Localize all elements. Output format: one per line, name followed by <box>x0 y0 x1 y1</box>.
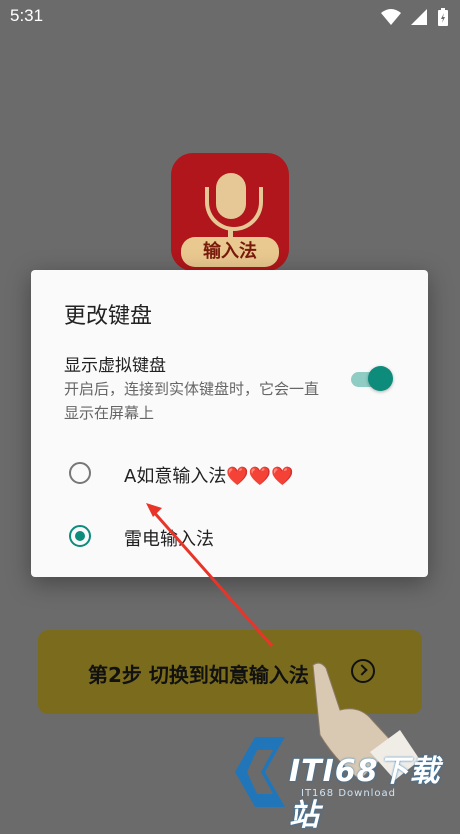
step-2-label: 第2步 切换到如意输入法 <box>88 663 309 687</box>
radio-button-selected[interactable] <box>69 525 91 547</box>
keyboard-option-ruyi[interactable]: A如意输入法❤️❤️❤️ <box>31 446 428 502</box>
status-bar: 5:31 <box>0 0 460 34</box>
keyboard-option-label: 雷电输入法 <box>124 529 214 550</box>
switch-thumb <box>368 366 393 391</box>
radio-button-unselected[interactable] <box>69 462 91 484</box>
virtual-keyboard-switch[interactable] <box>349 366 393 392</box>
change-keyboard-dialog: 更改键盘 显示虚拟键盘 开启后，连接到实体键盘时，它会一直显示在屏幕上 A如意输… <box>31 270 428 577</box>
status-time: 5:31 <box>10 6 44 25</box>
chevron-right-circle-icon <box>351 659 375 683</box>
app-icon-badge: 输入法 <box>181 237 279 267</box>
virtual-keyboard-toggle-description: 开启后，连接到实体键盘时，它会一直显示在屏幕上 <box>64 380 320 422</box>
it168-logo-icon <box>235 737 285 807</box>
status-icons <box>375 6 448 28</box>
watermark: ITI68下载站 IT168 Download <box>225 732 460 833</box>
battery-icon <box>438 7 448 26</box>
keyboard-option-leidian[interactable]: 雷电输入法 <box>31 509 428 565</box>
wifi-icon <box>380 8 401 25</box>
virtual-keyboard-toggle-title: 显示虚拟键盘 <box>64 356 166 376</box>
microphone-stand <box>205 187 263 231</box>
dialog-title: 更改键盘 <box>64 304 153 329</box>
cell-signal-icon <box>411 8 428 25</box>
step-2-button[interactable]: 第2步 切换到如意输入法 <box>38 630 422 714</box>
app-icon: 输入法 <box>171 153 289 271</box>
keyboard-option-label: A如意输入法❤️❤️❤️ <box>124 466 294 487</box>
watermark-subtext: IT168 Download <box>301 788 397 799</box>
